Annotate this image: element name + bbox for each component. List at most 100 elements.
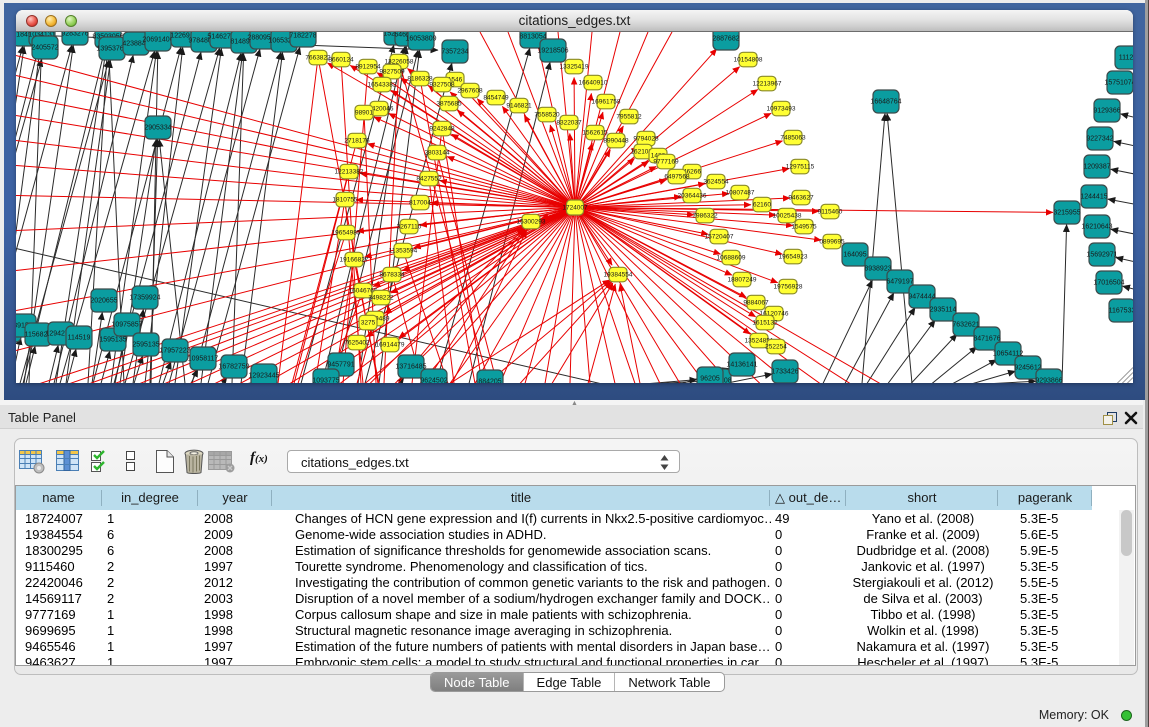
svg-text:16053809: 16053809 [405,35,436,42]
svg-text:96205: 96205 [700,375,720,382]
svg-text:7955812: 7955812 [616,113,642,120]
svg-text:7357234: 7357234 [441,48,468,55]
svg-text:1724007: 1724007 [562,204,588,211]
svg-text:19218506: 19218506 [537,47,568,54]
svg-text:8990448: 8990448 [603,137,629,144]
svg-text:12975115: 12975115 [786,163,815,170]
svg-text:10154808: 10154808 [734,56,763,63]
svg-text:7485063: 7485063 [780,134,806,141]
svg-text:16210643: 16210643 [1081,223,1112,230]
svg-text:10688609: 10688609 [717,254,746,261]
svg-text:2020655: 2020655 [90,297,117,304]
svg-text:98901: 98901 [355,109,373,116]
svg-text:8471676: 8471676 [973,335,1000,342]
svg-text:164095: 164095 [843,251,866,258]
svg-text:1549575: 1549575 [791,223,817,230]
svg-text:20364436: 20364436 [678,192,707,199]
svg-text:11353594: 11353594 [389,247,418,254]
svg-text:15720407: 15720407 [705,233,734,240]
svg-text:62160: 62160 [753,201,771,208]
svg-text:20691406: 20691406 [142,36,173,43]
svg-text:8454749: 8454749 [483,94,509,101]
svg-text:8427552: 8427552 [416,175,442,182]
svg-text:114519: 114519 [68,334,91,341]
svg-text:1615132: 1615132 [752,319,778,326]
svg-text:3624554: 3624554 [703,178,729,185]
svg-text:1093775: 1093775 [312,377,339,383]
svg-text:9463627: 9463627 [788,194,814,201]
svg-text:8660124: 8660124 [328,56,354,63]
svg-text:17957223: 17957223 [159,347,190,354]
svg-text:1209387: 1209387 [1083,163,1110,170]
svg-text:16961758: 16961758 [592,98,621,105]
svg-text:18807249: 18807249 [728,276,757,283]
svg-text:19654923: 19654923 [779,253,808,260]
svg-text:1595135: 1595135 [99,336,126,343]
svg-text:7182278: 7182278 [289,32,316,39]
svg-text:7558520: 7558520 [534,111,560,118]
svg-text:2803144: 2803144 [424,149,450,156]
svg-text:3215955: 3215955 [1053,209,1080,216]
svg-text:2967608: 2967608 [457,87,483,94]
svg-text:9242848: 9242848 [429,125,455,132]
svg-text:2905334: 2905334 [144,124,171,131]
svg-text:3275: 3275 [361,319,376,326]
svg-text:7625402: 7625402 [344,339,370,346]
svg-text:11122: 11122 [1119,54,1133,61]
svg-text:13716485: 13716485 [395,363,426,370]
svg-text:10025438: 10025438 [773,212,802,219]
svg-text:16640910: 16640910 [579,79,608,86]
svg-text:6497568: 6497568 [664,173,690,180]
svg-text:10975857: 10975857 [111,321,142,328]
svg-text:9794028: 9794028 [633,135,659,142]
svg-text:19384554: 19384554 [604,271,633,278]
svg-text:817004: 817004 [409,199,431,206]
svg-text:15692971: 15692971 [1086,251,1117,258]
svg-text:16782759: 16782759 [218,363,249,370]
svg-text:7663822: 7663822 [305,54,331,61]
svg-text:9777169: 9777169 [653,158,679,165]
svg-text:14136141: 14136141 [726,361,757,368]
svg-text:10973493: 10973493 [767,105,796,112]
svg-text:9327508: 9327508 [429,81,455,88]
svg-text:12923445: 12923445 [248,372,279,379]
svg-text:9146821: 9146821 [506,102,532,109]
svg-text:9884067: 9884067 [743,299,769,306]
svg-text:1167533: 1167533 [1109,307,1133,314]
svg-text:16648764: 16648764 [870,98,901,105]
svg-text:17016504: 17016504 [1093,279,1124,286]
svg-text:0899695: 0899695 [819,238,845,245]
svg-text:1562615: 1562615 [582,129,608,136]
svg-text:17359924: 17359924 [129,294,160,301]
svg-text:12213967: 12213967 [753,80,782,87]
svg-text:8912954: 8912954 [355,63,381,70]
svg-text:10807487: 10807487 [726,189,755,196]
svg-text:3267110: 3267110 [397,223,422,230]
svg-text:15751074: 15751074 [1104,79,1133,86]
svg-text:2887682: 2887682 [712,35,739,42]
svg-text:884205: 884205 [478,378,501,383]
svg-text:19166827: 19166827 [340,256,369,263]
svg-text:2595135: 2595135 [132,341,159,348]
svg-text:2405572: 2405572 [31,44,58,51]
svg-text:8322037: 8322037 [556,119,582,126]
svg-text:9129366: 9129366 [1093,107,1120,114]
svg-text:2718176: 2718176 [344,137,370,144]
svg-text:9624502: 9624502 [420,377,447,383]
svg-text:8678334: 8678334 [379,271,405,278]
svg-text:1733426: 1733426 [771,368,798,375]
svg-text:1810755: 1810755 [332,196,358,203]
svg-text:9457791: 9457791 [327,361,354,368]
svg-text:13325419: 13325419 [560,63,589,70]
svg-text:9227342: 9227342 [1086,135,1113,142]
svg-text:252254: 252254 [765,343,787,350]
svg-text:9283276: 9283276 [61,32,88,38]
svg-text:19756928: 19756928 [774,283,803,290]
svg-text:9827509: 9827509 [379,68,405,75]
svg-text:16543382: 16543382 [368,81,397,88]
svg-text:6479197: 6479197 [886,278,913,285]
svg-text:9293866: 9293866 [1035,377,1062,383]
svg-text:10958117: 10958117 [188,355,219,362]
svg-text:1244415: 1244415 [1080,193,1107,200]
svg-text:3875685: 3875685 [436,100,462,107]
